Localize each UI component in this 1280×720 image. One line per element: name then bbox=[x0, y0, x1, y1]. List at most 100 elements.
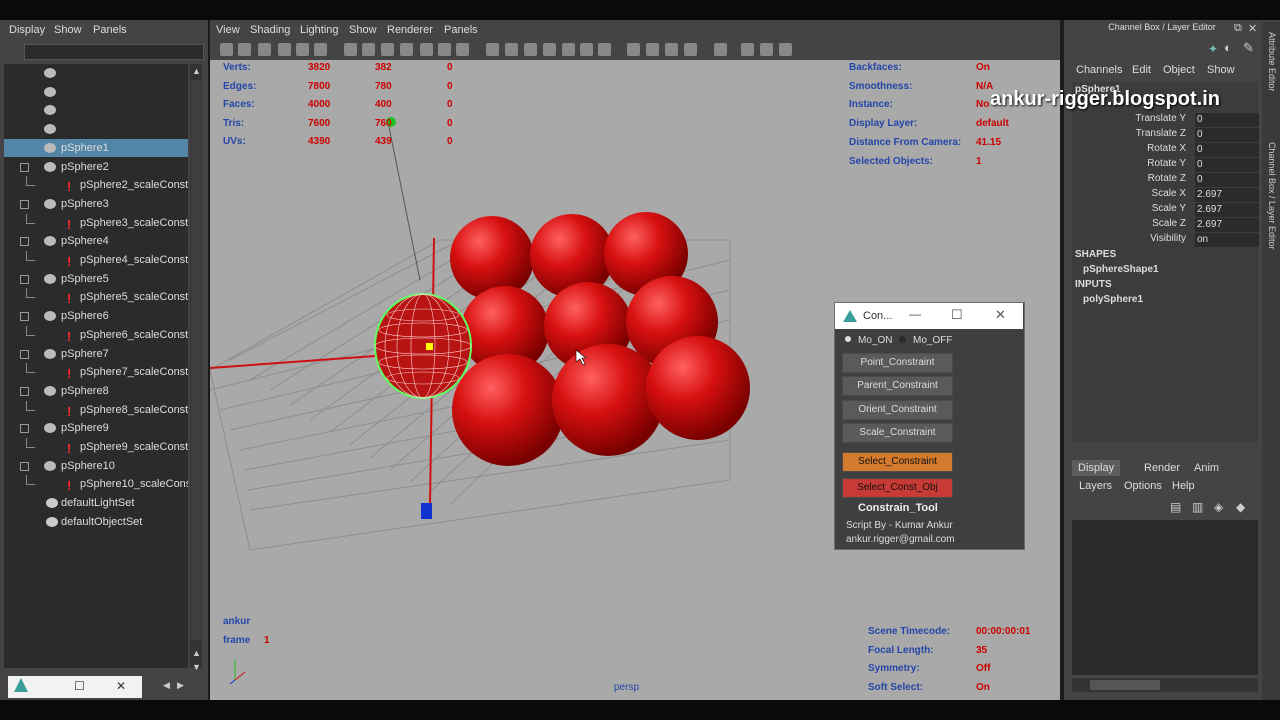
scroll-left-icon[interactable]: ◀ bbox=[163, 680, 170, 691]
outliner-item[interactable]: ! pSphere3_scaleConstra bbox=[4, 213, 188, 232]
toolbar-tool-icon[interactable] bbox=[714, 43, 727, 56]
pin-icon[interactable]: ✎ bbox=[1243, 40, 1254, 56]
maximize-icon[interactable]: ☐ bbox=[951, 307, 963, 323]
scroll-down-icon[interactable]: ▼ bbox=[192, 662, 201, 672]
float-icon[interactable]: ⧉ bbox=[1234, 22, 1242, 35]
red-sphere[interactable] bbox=[552, 344, 664, 456]
viewport-menu-view[interactable]: View bbox=[216, 24, 240, 36]
expand-toggle-icon[interactable] bbox=[20, 386, 29, 396]
outliner-item[interactable]: ! pSphere7_scaleConstra bbox=[4, 363, 188, 381]
tool-titlebar[interactable]: Con... — ☐ ✕ bbox=[835, 303, 1023, 329]
expand-toggle-icon[interactable] bbox=[20, 162, 29, 172]
cb-menu-object[interactable]: Object bbox=[1163, 64, 1195, 76]
selected-sphere-wireframe[interactable] bbox=[374, 293, 472, 399]
cb-attr-value[interactable]: on bbox=[1195, 233, 1259, 247]
toolbar-tool-icon[interactable] bbox=[505, 43, 518, 56]
layer-options-icon[interactable]: ◆ bbox=[1236, 500, 1245, 514]
outliner-item[interactable]: pSphere9 bbox=[4, 419, 188, 437]
toolbar-tool-icon[interactable] bbox=[400, 43, 413, 56]
viewport-menu-panels[interactable]: Panels bbox=[444, 24, 478, 36]
cb-attr-value[interactable]: 2.697 bbox=[1195, 188, 1259, 202]
cb-attr-value[interactable]: 0 bbox=[1195, 128, 1259, 142]
outliner-menu-show[interactable]: Show bbox=[54, 24, 82, 36]
layer-new-icon[interactable]: ▤ bbox=[1170, 500, 1181, 514]
expand-toggle-icon[interactable] bbox=[20, 349, 29, 359]
outliner-item[interactable]: ! pSphere9_scaleConstra bbox=[4, 438, 188, 456]
side-tab-attribute-editor[interactable]: Attribute Editor bbox=[1267, 32, 1277, 92]
expand-toggle-icon[interactable] bbox=[20, 424, 29, 434]
toolbar-tool-icon[interactable] bbox=[362, 43, 375, 56]
toolbar-tool-icon[interactable] bbox=[646, 43, 659, 56]
cb-menu-channels[interactable]: Channels bbox=[1076, 64, 1122, 76]
toolbar-tool-icon[interactable] bbox=[456, 43, 469, 56]
outliner-item[interactable]: pSphere6 bbox=[4, 307, 188, 325]
toolbar-tool-icon[interactable] bbox=[296, 43, 309, 56]
outliner-item[interactable]: pSphere5 bbox=[4, 270, 188, 288]
outliner-item[interactable] bbox=[4, 83, 188, 101]
toolbar-tool-icon[interactable] bbox=[760, 43, 773, 56]
toolbar-tool-icon[interactable] bbox=[420, 43, 433, 56]
radio-off-label[interactable]: Mo_OFF bbox=[913, 335, 952, 346]
expand-toggle-icon[interactable] bbox=[20, 312, 29, 322]
toolbar-tool-icon[interactable] bbox=[741, 43, 754, 56]
point-constraint-button[interactable]: Point_Constraint bbox=[842, 353, 953, 373]
toolbar-tool-icon[interactable] bbox=[562, 43, 575, 56]
tab-display[interactable]: Display bbox=[1072, 460, 1121, 476]
outliner-item[interactable]: defaultObjectSet bbox=[4, 513, 188, 531]
viewport-menu-renderer[interactable]: Renderer bbox=[387, 24, 433, 36]
outliner-item[interactable]: pSphere10 bbox=[4, 457, 188, 475]
outliner-item[interactable] bbox=[4, 64, 188, 82]
scroll-right-icon[interactable]: ▶ bbox=[177, 680, 184, 691]
toolbar-tool-icon[interactable] bbox=[278, 43, 291, 56]
viewport-menu-shading[interactable]: Shading bbox=[250, 24, 290, 36]
toolbar-tool-icon[interactable] bbox=[524, 43, 537, 56]
tab-render[interactable]: Render bbox=[1138, 460, 1186, 476]
layer-add-icon[interactable]: ◈ bbox=[1214, 500, 1223, 514]
close-icon[interactable]: ✕ bbox=[1248, 22, 1257, 35]
side-tab-channel-box[interactable]: Channel Box / Layer Editor bbox=[1267, 142, 1277, 250]
cb-menu-show[interactable]: Show bbox=[1207, 64, 1235, 76]
outliner-item[interactable]: ! pSphere6_scaleConstra bbox=[4, 325, 188, 344]
layer-list[interactable] bbox=[1072, 520, 1258, 675]
toolbar-tool-icon[interactable] bbox=[220, 43, 233, 56]
toolbar-tool-icon[interactable] bbox=[314, 43, 327, 56]
orient-constraint-button[interactable]: Orient_Constraint bbox=[842, 400, 953, 420]
select-constraint-button[interactable]: Select_Constraint bbox=[842, 452, 953, 472]
red-sphere[interactable] bbox=[646, 336, 750, 440]
cb-attr-value[interactable]: 0 bbox=[1195, 173, 1259, 187]
outliner-item[interactable]: pSphere7 bbox=[4, 345, 188, 363]
viewport-menu-show[interactable]: Show bbox=[349, 24, 377, 36]
outliner-item[interactable]: ! pSphere10_scaleConstr bbox=[4, 475, 188, 493]
z-manipulator-handle[interactable] bbox=[421, 503, 432, 519]
scale-constraint-button[interactable]: Scale_Constraint bbox=[842, 423, 953, 443]
le-menu-layers[interactable]: Layers bbox=[1079, 480, 1112, 492]
minimize-icon[interactable]: — bbox=[909, 307, 921, 321]
expand-toggle-icon[interactable] bbox=[20, 199, 29, 209]
outliner-item[interactable] bbox=[4, 120, 188, 138]
cb-attr-value[interactable]: 2.697 bbox=[1195, 218, 1259, 232]
outliner-scroll-thumb[interactable] bbox=[191, 80, 201, 640]
settings-icon[interactable]: ◐ bbox=[1224, 40, 1232, 55]
tab-anim[interactable]: Anim bbox=[1188, 460, 1225, 476]
cb-attr-value[interactable]: 0 bbox=[1195, 143, 1259, 157]
outliner-search-input[interactable] bbox=[24, 44, 204, 60]
outliner-item[interactable]: defaultLightSet bbox=[4, 494, 188, 512]
restore-icon[interactable]: ☐ bbox=[74, 679, 85, 693]
parent-constraint-button[interactable]: Parent_Constraint bbox=[842, 376, 953, 396]
toolbar-tool-icon[interactable] bbox=[779, 43, 792, 56]
scroll-up-icon[interactable]: ▲ bbox=[192, 648, 201, 658]
layer-hscroll-thumb[interactable] bbox=[1090, 680, 1160, 690]
radio-on-label[interactable]: Mo_ON bbox=[858, 335, 892, 346]
radio-off[interactable] bbox=[899, 336, 906, 343]
le-menu-options[interactable]: Options bbox=[1124, 480, 1162, 492]
toolbar-tool-icon[interactable] bbox=[627, 43, 640, 56]
outliner-item[interactable]: ! pSphere8_scaleConstra bbox=[4, 400, 188, 419]
outliner-item[interactable]: ! pSphere2_scaleConstra bbox=[4, 176, 188, 194]
toolbar-tool-icon[interactable] bbox=[381, 43, 394, 56]
outliner-item[interactable]: pSphere3 bbox=[4, 195, 188, 213]
cb-attr-value[interactable]: 2.697 bbox=[1195, 203, 1259, 217]
expand-toggle-icon[interactable] bbox=[20, 274, 29, 284]
red-sphere[interactable] bbox=[450, 216, 534, 300]
toolbar-tool-icon[interactable] bbox=[598, 43, 611, 56]
close-icon[interactable]: ✕ bbox=[116, 679, 126, 693]
